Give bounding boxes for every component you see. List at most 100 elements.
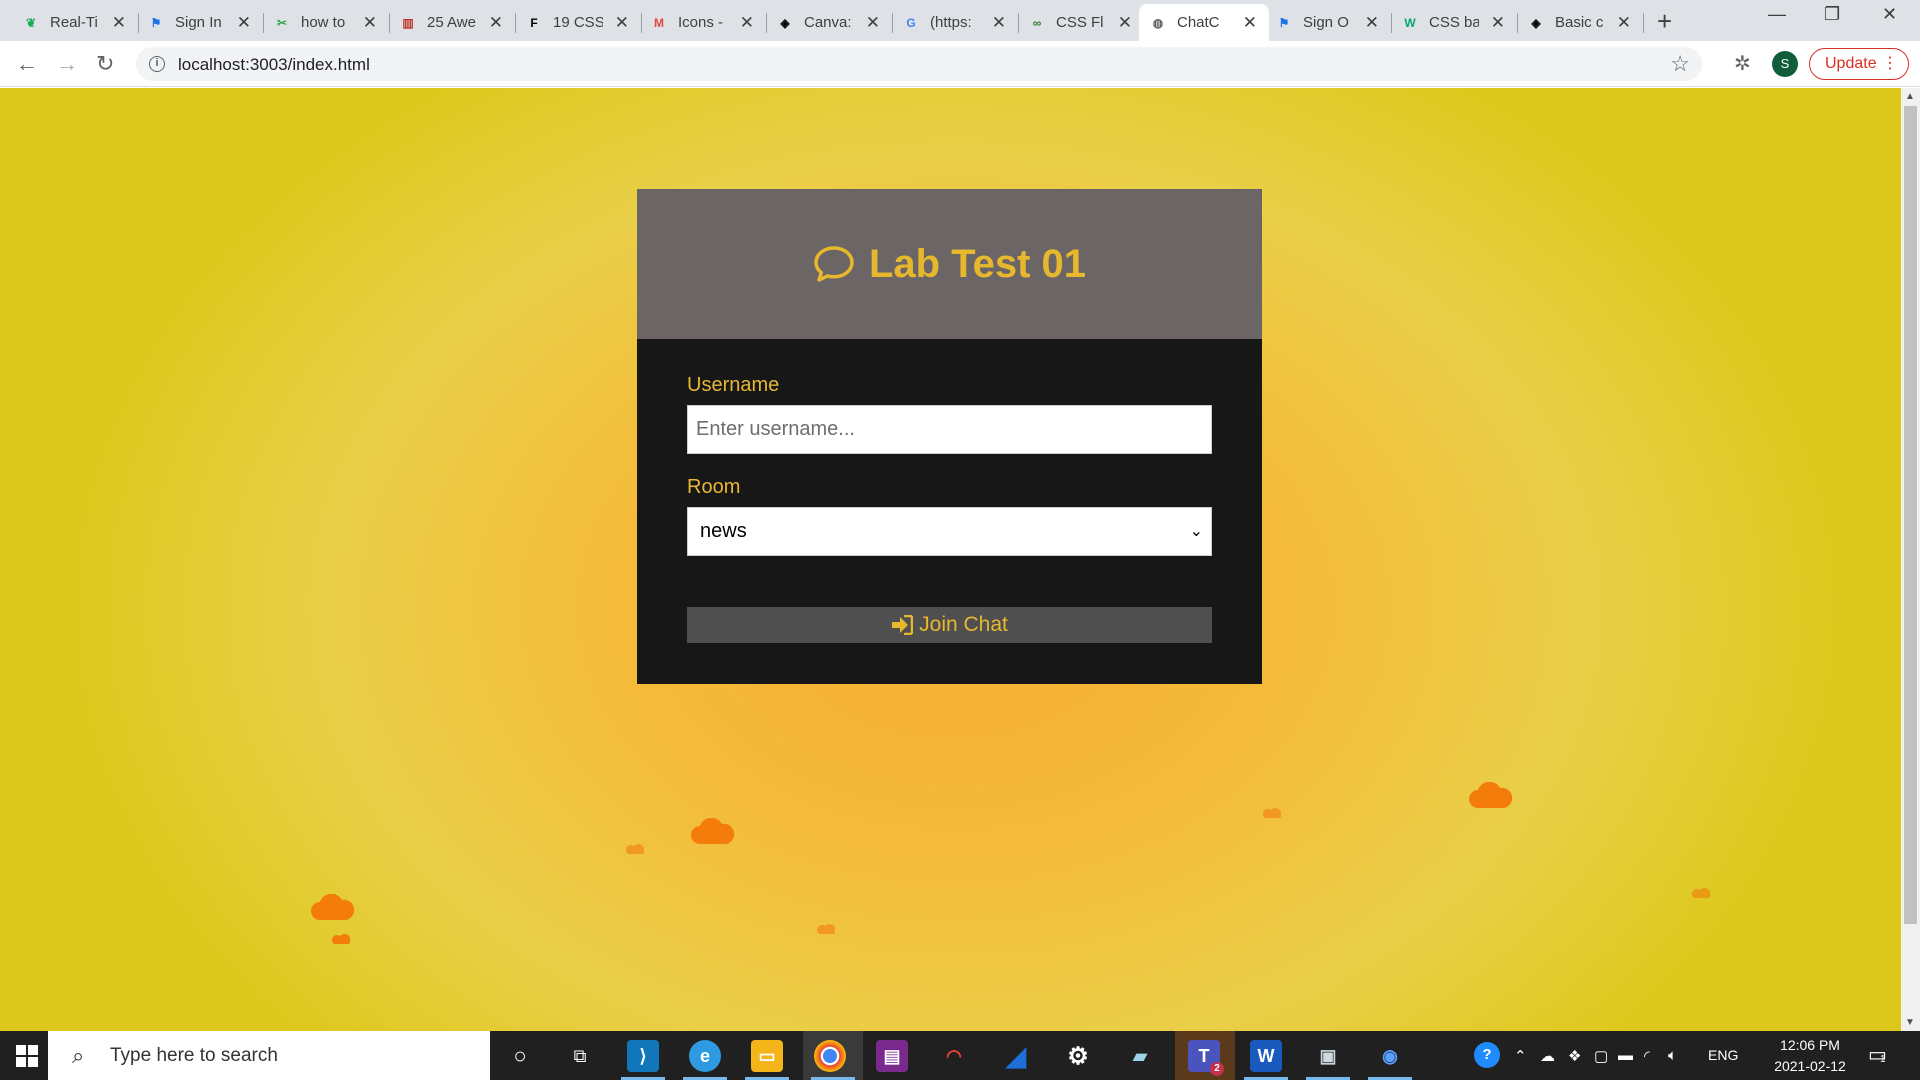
browser-tab[interactable]: G (https: ✕ [892,4,1019,41]
tab-title: Basic c [1555,14,1604,31]
search-icon: ⌕ [72,1043,85,1068]
system-clock[interactable]: 12:06 PM 2021-02-12 [1760,1035,1860,1077]
tab-close-icon[interactable]: ✕ [866,13,880,33]
browser-tab[interactable]: ⚑ Sign O ✕ [1265,4,1392,41]
clock-date: 2021-02-12 [1774,1058,1846,1074]
tab-close-icon[interactable]: ✕ [1617,13,1631,33]
browser-tab[interactable]: ◍ ChatC ✕ [1139,4,1269,41]
tab-close-icon[interactable]: ✕ [363,13,377,33]
browser-tab[interactable]: ❦ Real-Ti ✕ [12,4,139,41]
flag-icon: ⚑ [150,15,162,30]
browser-tab[interactable]: ∞ CSS Fl ✕ [1018,4,1144,41]
edge-icon[interactable]: e [689,1040,721,1072]
reload-icon[interactable]: ↻ [96,51,114,77]
page-title: Lab Test 01 [868,241,1087,286]
tab-close-icon[interactable]: ✕ [1491,13,1505,33]
cloud-icon [332,934,350,944]
chrome-icon[interactable] [814,1040,846,1072]
browser-tab[interactable]: ◈ Basic c ✕ [1517,4,1644,41]
username-input[interactable] [687,405,1212,454]
search-placeholder: Type here to search [110,1045,278,1066]
display-icon[interactable]: ▢ [1594,1047,1608,1065]
language-indicator[interactable]: ENG [1708,1047,1738,1063]
clock-time: 12:06 PM [1780,1037,1840,1053]
join-chat-button[interactable]: Join Chat [687,607,1212,643]
task-view-icon[interactable]: ⧉ [564,1040,596,1072]
windows-start-icon[interactable] [16,1045,38,1067]
remote-app-icon[interactable]: ▣ [1312,1040,1344,1072]
tab-close-icon[interactable]: ✕ [489,13,503,33]
chevron-up-icon[interactable]: ⌃ [1514,1047,1527,1065]
teams-icon[interactable]: T2 [1188,1040,1224,1076]
cloud-icon [1469,782,1513,808]
window-close-icon[interactable]: ✕ [1882,4,1897,25]
bookmark-star-icon[interactable]: ☆ [1670,51,1690,77]
restore-icon[interactable]: ❐ [1824,4,1840,25]
profile-avatar[interactable]: S [1772,51,1798,77]
vertical-scrollbar[interactable]: ▲ ▼ [1901,88,1920,1031]
network-app-icon[interactable]: ◠ [938,1040,970,1072]
chart-icon: ▥ [402,15,414,30]
browser-tab[interactable]: F 19 CSS ✕ [515,4,642,41]
tab-close-icon[interactable]: ✕ [615,13,629,33]
teams-badge: 2 [1210,1062,1224,1076]
tab-close-icon[interactable]: ✕ [740,13,754,33]
scroll-thumb[interactable] [1904,106,1917,924]
tab-title: 19 CSS [553,14,603,31]
word-icon[interactable]: W [1250,1040,1282,1072]
tab-title: Sign O [1303,14,1349,31]
cortana-icon[interactable]: ○ [504,1040,536,1072]
browser-tab[interactable]: ▥ 25 Awe ✕ [389,4,516,41]
circle-app-icon[interactable]: ◉ [1374,1040,1406,1072]
tab-title: Real-Ti [50,14,98,31]
notification-center-icon[interactable]: ▭ 1 [1868,1042,1887,1067]
file-explorer-icon[interactable]: ▭ [751,1040,783,1072]
infinity-icon: ∞ [1032,15,1042,30]
cloud-icon [626,844,644,854]
tab-close-icon[interactable]: ✕ [1118,13,1132,33]
back-icon[interactable]: ← [16,51,38,77]
onedrive-icon[interactable]: ☁ [1540,1047,1555,1065]
tab-close-icon[interactable]: ✕ [112,13,126,33]
shark-app-icon[interactable]: ◢ [1000,1040,1032,1072]
update-button[interactable]: Update ⋮ [1809,48,1909,80]
tab-title: CSS ba [1429,14,1479,31]
room-label: Room [687,476,741,498]
browser-tab[interactable]: M Icons - ✕ [640,4,767,41]
notes-app-icon[interactable]: ▰ [1124,1040,1156,1072]
scroll-down-icon[interactable]: ▼ [1905,1017,1915,1028]
winrar-icon[interactable]: ▤ [876,1040,908,1072]
browser-tab[interactable]: ⚑ Sign In ✕ [137,4,264,41]
username-label: Username [687,374,780,396]
room-select[interactable]: news ⌄ [687,507,1212,556]
cloud-icon [311,894,355,920]
tab-close-icon[interactable]: ✕ [992,13,1006,33]
battery-icon[interactable]: ▬ [1618,1047,1633,1064]
tab-close-icon[interactable]: ✕ [237,13,251,33]
vscode-icon[interactable]: ⟩ [627,1040,659,1072]
url-text[interactable]: localhost:3003/index.html [178,55,370,75]
minimize-icon[interactable]: — [1768,4,1786,25]
tab-title: (https: [930,14,972,31]
extensions-icon[interactable]: ✲ [1734,51,1751,76]
browser-tab[interactable]: ✂ how to ✕ [263,4,390,41]
site-info-icon[interactable]: i [149,56,165,72]
browser-tab[interactable]: W CSS ba ✕ [1391,4,1518,41]
forward-icon[interactable]: → [56,51,78,77]
scroll-up-icon[interactable]: ▲ [1905,91,1915,102]
new-tab-button[interactable]: + [1657,6,1672,37]
f-logo-icon: F [530,15,538,30]
settings-gear-icon[interactable]: ⚙ [1062,1040,1094,1072]
browser-tab[interactable]: ◈ Canva: ✕ [766,4,893,41]
address-bar[interactable]: i localhost:3003/index.html ☆ [136,47,1702,81]
dropbox-icon[interactable]: ❖ [1568,1047,1581,1065]
taskbar-search[interactable]: ⌕ Type here to search [48,1031,490,1080]
card-header: Lab Test 01 [637,189,1262,339]
more-menu-icon[interactable]: ⋮ [1882,49,1898,79]
scissors-icon: ✂ [276,15,288,30]
volume-icon[interactable]: 🔈︎ [1668,1047,1677,1064]
tab-close-icon[interactable]: ✕ [1365,13,1379,33]
tab-close-icon[interactable]: ✕ [1243,13,1257,33]
help-icon[interactable]: ? [1474,1042,1500,1068]
wifi-icon[interactable]: ◜ [1644,1047,1650,1065]
